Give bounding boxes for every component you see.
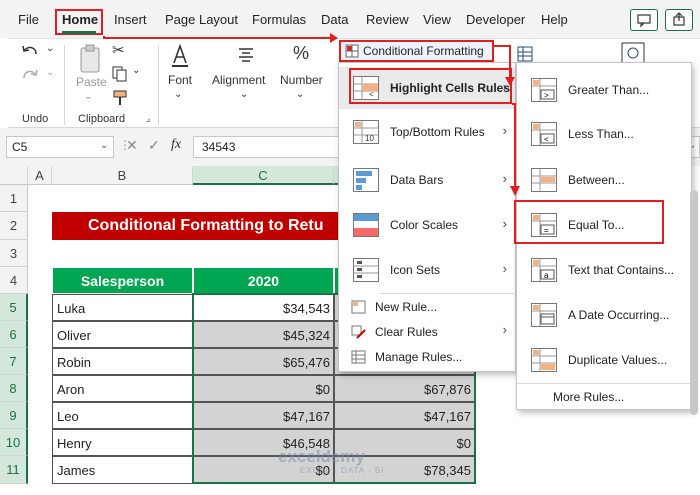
- vertical-scrollbar[interactable]: [690, 190, 698, 415]
- callout-arrows: [103, 33, 520, 196]
